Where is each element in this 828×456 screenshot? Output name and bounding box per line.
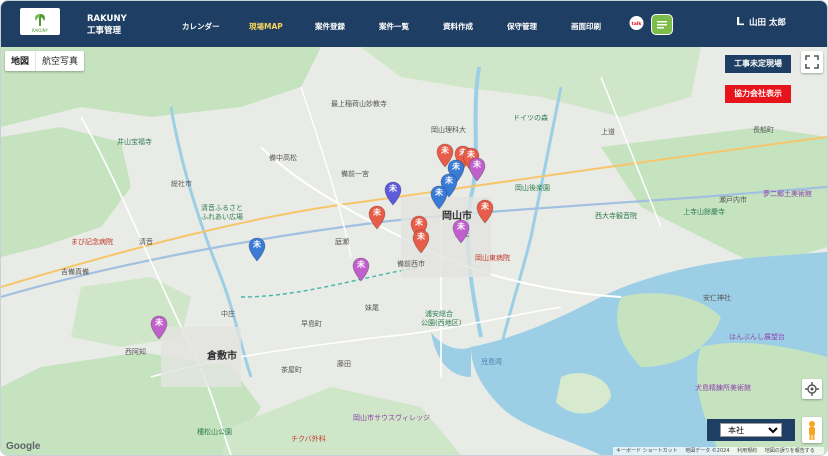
user-name[interactable]: 山田 太郎 — [749, 16, 786, 28]
pin-label: 未 — [435, 188, 443, 197]
place-label: 公園(西地区) — [421, 319, 462, 327]
rakuny-logo[interactable]: RAKUNY — [20, 8, 60, 35]
place-label: 備前一宮 — [341, 170, 369, 178]
place-label: 備前西市 — [397, 260, 425, 268]
place-label: 長船町 — [753, 126, 774, 134]
place-label: 岡山理科大 — [431, 126, 466, 134]
pin-label: 未 — [473, 160, 481, 169]
map-type-satellite[interactable]: 航空写真 — [36, 51, 84, 71]
place-label: 夢二郷土美術館 — [763, 190, 812, 198]
place-label: 庭瀬 — [335, 238, 349, 246]
place-label: 種松山公園 — [197, 428, 232, 436]
place-label: 妹尾 — [365, 304, 379, 312]
place-label: 犬島精錬所美術館 — [695, 384, 751, 392]
report-error-link[interactable]: 地図の誤りを報告する — [765, 448, 815, 454]
project-pin[interactable]: 未 — [384, 181, 402, 206]
map-type-control: 地図 航空写真 — [5, 51, 85, 71]
top-navigation-bar: RAKUNY RAKUNY 工事管理 カレンダー 現場MAP 案件登録 案件一覧… — [1, 1, 827, 47]
user-building-icon — [737, 17, 744, 26]
place-label: 西大寺観音院 — [595, 212, 637, 220]
talk-label: talk — [632, 21, 643, 27]
place-label: 中庄 — [221, 310, 235, 318]
nav-documents[interactable]: 資料作成 — [443, 21, 473, 32]
place-label: 上道 — [601, 128, 615, 136]
place-label: 藤田 — [337, 360, 351, 368]
place-label: 早島町 — [301, 320, 322, 328]
project-pin[interactable]: 未 — [352, 257, 370, 282]
place-label: 児島湾 — [481, 358, 502, 366]
place-label: 茶屋町 — [281, 366, 302, 374]
pin-label: 未 — [415, 218, 423, 227]
fullscreen-icon — [805, 55, 819, 69]
google-logo[interactable]: Google — [6, 441, 40, 452]
app-name-line2: 工事管理 — [87, 26, 122, 36]
place-label: 総社市 — [171, 180, 192, 188]
place-label: まび記念病院 — [71, 238, 113, 246]
place-label: はんぶんし展望台 — [729, 333, 785, 341]
nav-project-register[interactable]: 案件登録 — [315, 21, 345, 32]
site-map[interactable]: 岡山市 倉敷市 早島町 総社市 清音ふるさと ふれあい広場 まび記念病院 吉備真… — [1, 47, 827, 455]
project-pin[interactable]: 未 — [452, 219, 470, 244]
chat-icon[interactable] — [651, 14, 673, 35]
map-type-map[interactable]: 地図 — [5, 51, 37, 71]
place-label: 岡山市サウスヴィレッジ — [353, 414, 430, 422]
logo-leaf-icon: RAKUNY — [32, 14, 49, 33]
project-pin[interactable]: 未 — [468, 157, 486, 182]
place-label: 井山宝福寺 — [117, 138, 152, 146]
office-select[interactable]: 本社 — [720, 423, 782, 437]
app-name-line1: RAKUNY — [87, 14, 127, 24]
nav-project-list[interactable]: 案件一覧 — [379, 21, 409, 32]
crosshair-icon — [805, 382, 819, 396]
place-label: 安仁神社 — [703, 294, 731, 302]
project-pin[interactable]: 未 — [150, 315, 168, 340]
map-attribution: キーボード ショートカット 地図データ ©2024 利用規約 地図の誤りを報告す… — [613, 447, 824, 455]
pin-label: 未 — [357, 260, 365, 269]
talk-icon[interactable]: talk — [629, 16, 644, 31]
project-pin[interactable]: 未 — [476, 199, 494, 224]
place-label: 吉備真備 — [61, 268, 89, 276]
pin-label: 未 — [441, 146, 449, 155]
place-label: 備中高松 — [269, 154, 297, 162]
project-pin[interactable]: 未 — [248, 237, 266, 262]
pin-label: 未 — [457, 222, 465, 231]
place-label: チクバ外科 — [291, 435, 326, 443]
app-name: RAKUNY 工事管理 — [87, 13, 127, 37]
pin-label: 未 — [452, 162, 460, 171]
pin-label: 未 — [253, 240, 261, 249]
place-label: 岡山東病院 — [475, 254, 510, 262]
project-pin[interactable]: 未 — [430, 185, 448, 210]
place-label: 瀬戸内市 — [719, 196, 747, 204]
pin-label: 未 — [389, 184, 397, 193]
pin-label: 未 — [417, 232, 425, 241]
map-data-text: 地図データ ©2024 — [685, 448, 730, 454]
app-window: RAKUNY RAKUNY 工事管理 カレンダー 現場MAP 案件登録 案件一覧… — [0, 0, 828, 456]
pin-label: 未 — [155, 318, 163, 327]
place-label: 岡山後楽園 — [515, 184, 550, 192]
pegman-icon — [809, 421, 815, 440]
street-view-button[interactable] — [802, 417, 822, 443]
pin-label: 未 — [481, 202, 489, 211]
place-label: ふれあい広場 — [201, 213, 243, 221]
project-pin[interactable]: 未 — [368, 205, 386, 230]
fullscreen-button[interactable] — [801, 51, 823, 73]
pin-label: 未 — [373, 208, 381, 217]
nav-maintenance[interactable]: 保守管理 — [507, 21, 537, 32]
nav-print-screen[interactable]: 画面印刷 — [571, 21, 601, 32]
nav-calendar[interactable]: カレンダー — [182, 21, 220, 32]
unstarted-sites-button[interactable]: 工事未定現場 — [725, 55, 791, 73]
logo-text: RAKUNY — [32, 28, 49, 33]
place-label: 倉敷市 — [207, 351, 237, 362]
place-label: ドイツの森 — [513, 114, 548, 122]
place-label: 上寺山餘慶寺 — [683, 208, 725, 216]
place-label: 西阿知 — [125, 348, 146, 356]
place-label: 清音 — [139, 238, 153, 246]
place-label: 最上稲荷山妙教寺 — [331, 100, 387, 108]
nav-site-map[interactable]: 現場MAP — [249, 21, 283, 32]
terms-link[interactable]: 利用規約 — [737, 448, 757, 454]
show-partners-button[interactable]: 協力会社表示 — [725, 85, 791, 103]
my-location-button[interactable] — [802, 379, 822, 399]
project-pin[interactable]: 未 — [412, 229, 430, 254]
keyboard-shortcuts-link[interactable]: キーボード ショートカット — [616, 448, 678, 454]
